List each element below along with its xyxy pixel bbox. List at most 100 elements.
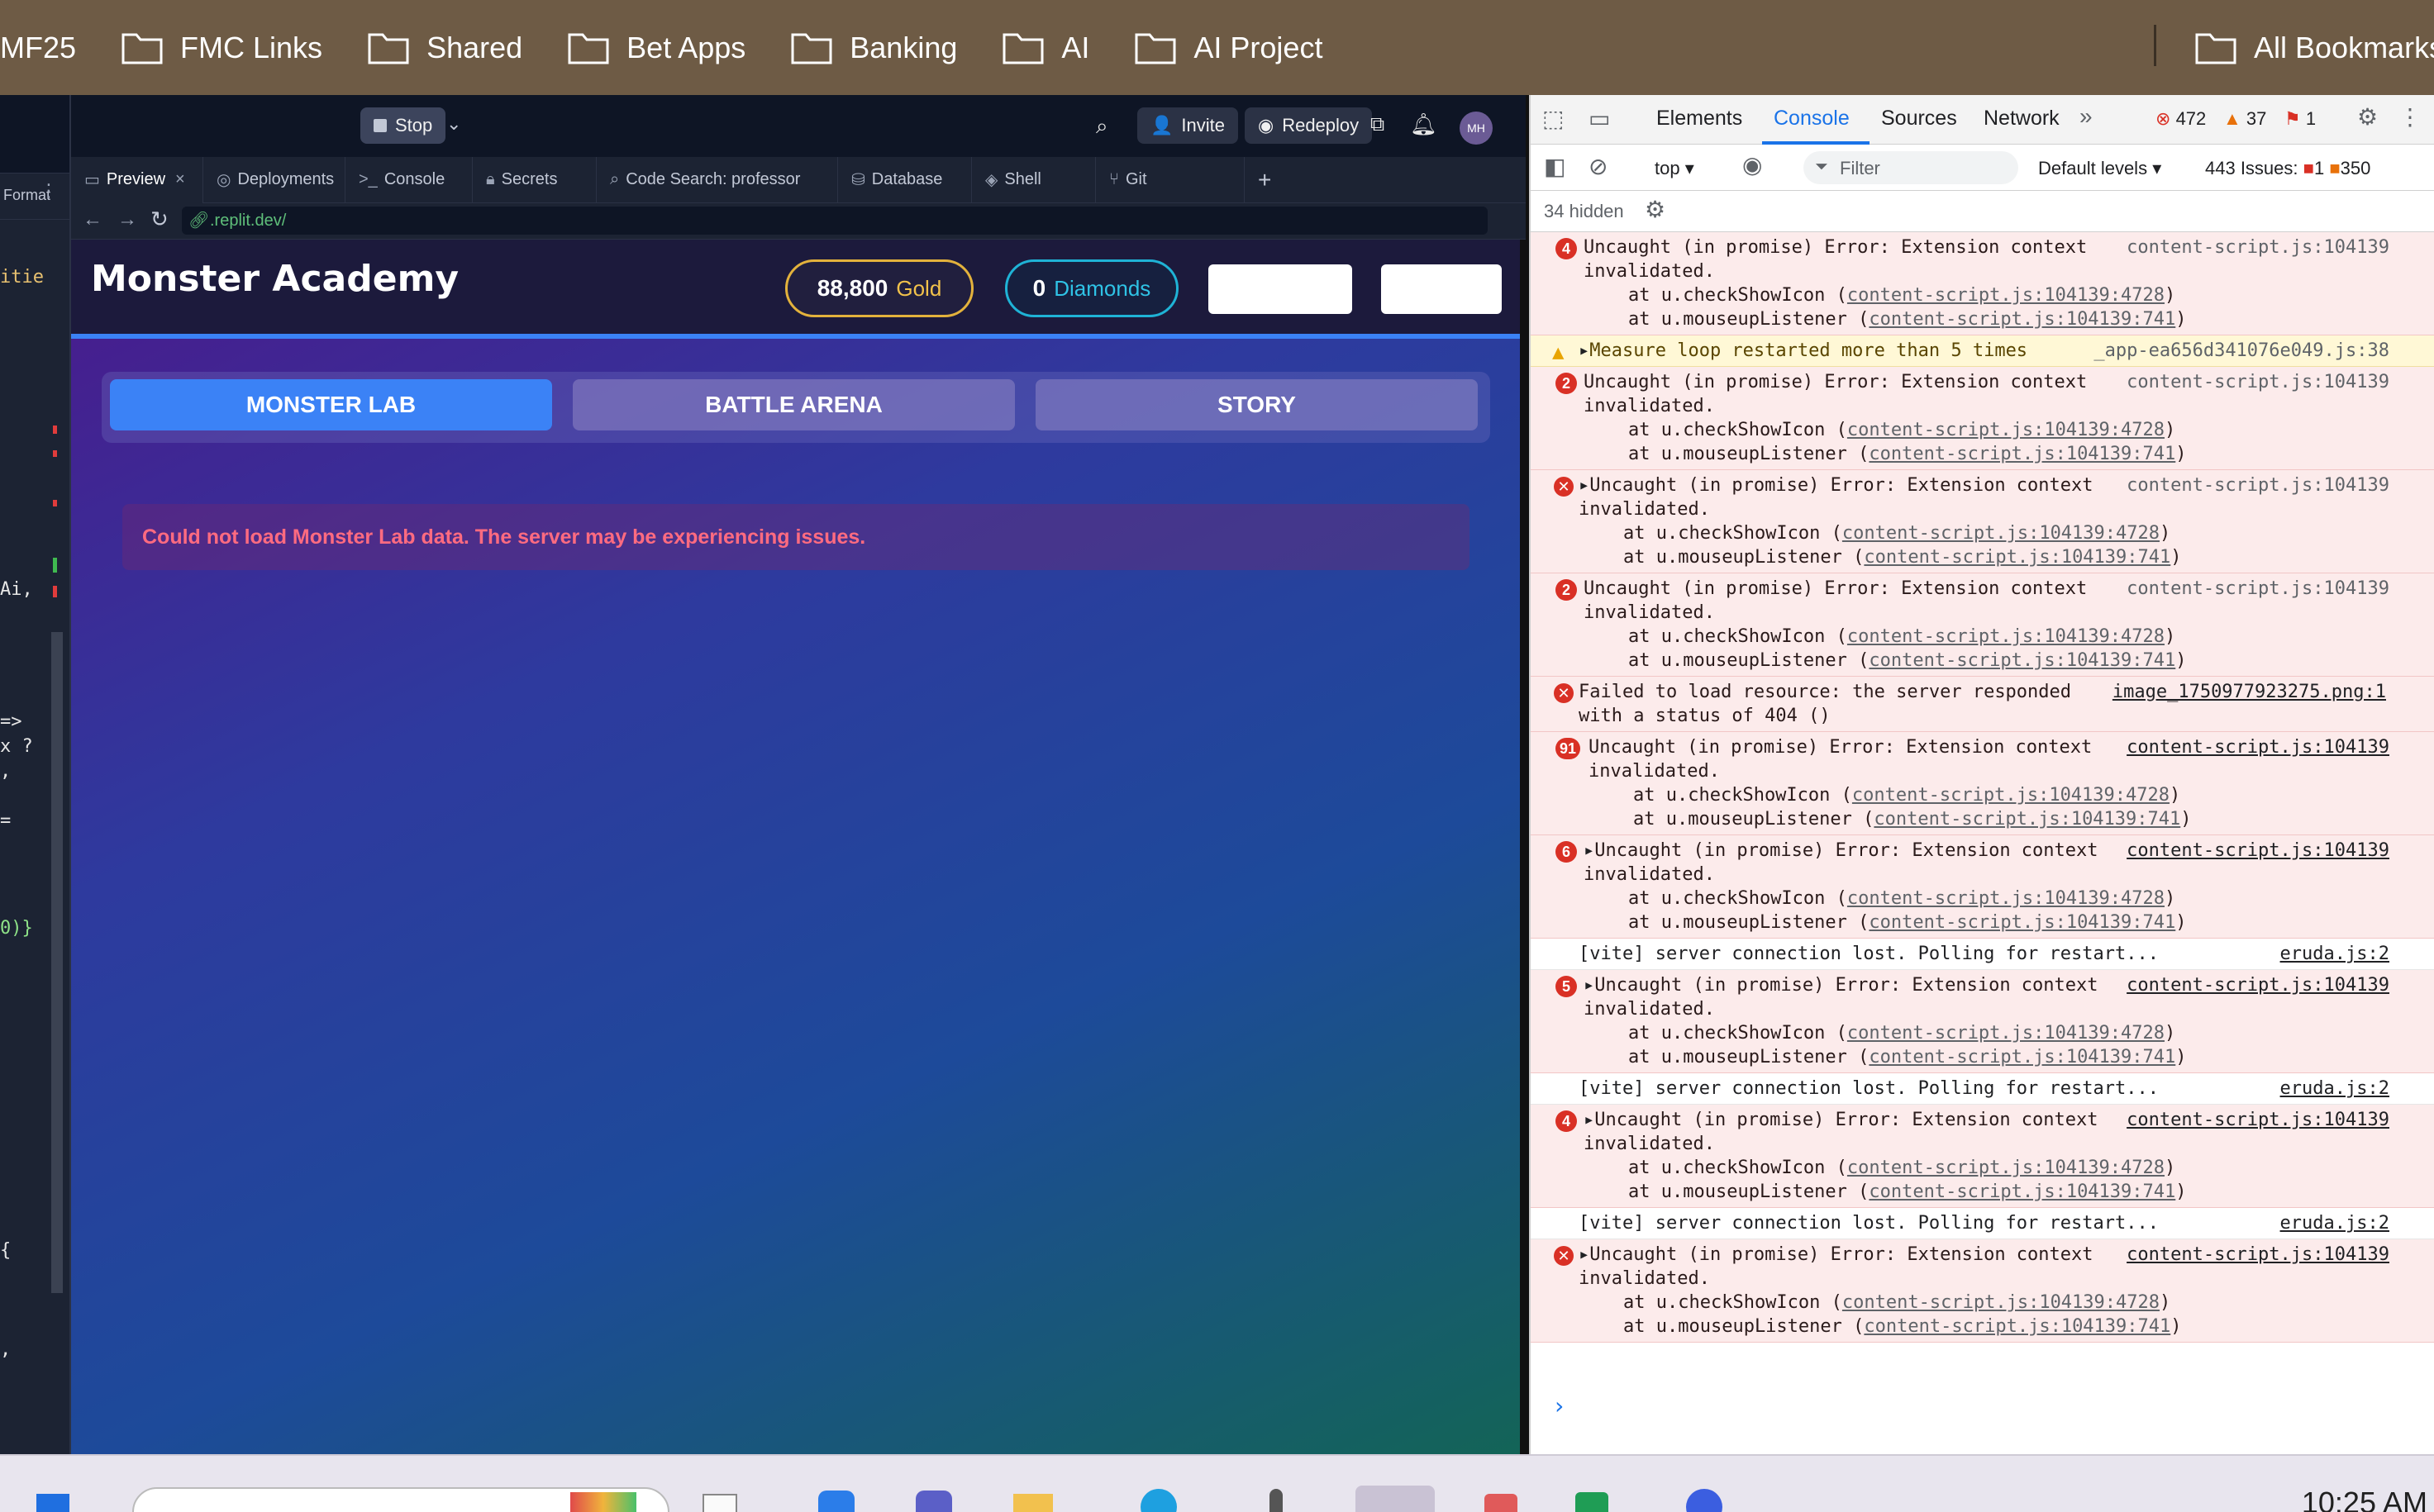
expand-triangle-icon[interactable]: ▸ bbox=[1584, 840, 1594, 861]
app-icon[interactable] bbox=[1484, 1494, 1517, 1512]
stack-frame-link[interactable]: content-script.js:104139:4728 bbox=[1847, 420, 2165, 440]
copy-icon[interactable]: ⧉ bbox=[1370, 113, 1384, 136]
stack-frame-link[interactable]: content-script.js:104139:4728 bbox=[1847, 626, 2165, 647]
stack-frame-link[interactable]: content-script.js:104139:741 bbox=[1864, 1316, 2170, 1337]
app-icon[interactable] bbox=[1686, 1489, 1722, 1512]
search-icon[interactable]: ⌕ bbox=[1096, 113, 1108, 140]
source-link[interactable]: image_1750977923275.png:1 bbox=[2112, 680, 2386, 704]
bell-icon[interactable]: 🔔︎ bbox=[1410, 112, 1437, 137]
device-toolbar-icon[interactable]: ▭ bbox=[1589, 105, 1610, 132]
console-settings-icon[interactable]: ⚙ bbox=[1645, 196, 1665, 223]
stack-frame-link[interactable]: content-script.js:104139:741 bbox=[1869, 1047, 2175, 1067]
close-icon[interactable]: × bbox=[175, 170, 185, 189]
file-explorer-icon[interactable] bbox=[1013, 1494, 1053, 1512]
warning-counter[interactable]: ▲ 37 bbox=[2223, 108, 2266, 130]
issues-button[interactable]: 443 Issues: ■1 ■350 bbox=[2205, 158, 2370, 179]
teams-icon[interactable] bbox=[916, 1491, 952, 1512]
stack-frame-link[interactable]: content-script.js:104139:741 bbox=[1864, 547, 2170, 568]
edge-icon[interactable] bbox=[1141, 1489, 1177, 1512]
stack-frame-link[interactable]: content-script.js:104139:741 bbox=[1869, 444, 2175, 464]
expand-triangle-icon[interactable]: ▸ bbox=[1584, 1110, 1594, 1130]
stack-frame-link[interactable]: content-script.js:104139:4728 bbox=[1847, 1158, 2165, 1178]
tab-story[interactable]: STORY bbox=[1036, 379, 1478, 430]
source-link[interactable]: _app-ea656d341076e049.js:38 bbox=[2093, 339, 2389, 363]
redeploy-button[interactable]: ◉ Redeploy bbox=[1245, 107, 1373, 144]
stack-frame-link[interactable]: content-script.js:104139:4728 bbox=[1847, 888, 2165, 909]
console-message[interactable]: [vite] server connection lost. Polling f… bbox=[1531, 1208, 2434, 1239]
chevron-down-icon[interactable]: ⌄ bbox=[446, 113, 461, 135]
editor-scrollbar[interactable] bbox=[51, 632, 63, 1293]
windows-start-icon[interactable] bbox=[36, 1494, 69, 1512]
inspect-element-icon[interactable]: ⬚ bbox=[1542, 105, 1564, 132]
tab-database[interactable]: ⛁ Database bbox=[838, 156, 972, 203]
issues-counter[interactable]: ⚑ 1 bbox=[2284, 108, 2316, 130]
excel-icon[interactable] bbox=[1575, 1492, 1608, 1512]
console-message[interactable]: ✕ Failed to load resource: the server res… bbox=[1531, 677, 2434, 732]
console-message[interactable]: 2 Uncaught (in promise) Error: Extension … bbox=[1531, 573, 2434, 677]
source-link[interactable]: content-script.js:104139 bbox=[2127, 1243, 2389, 1267]
console-message[interactable]: 2 Uncaught (in promise) Error: Extension … bbox=[1531, 367, 2434, 470]
source-link[interactable]: content-script.js:104139 bbox=[2127, 235, 2389, 259]
copilot-icon[interactable] bbox=[818, 1491, 855, 1512]
bookmark-folder-bet-apps[interactable]: Bet Apps bbox=[567, 30, 745, 66]
console-message[interactable]: [vite] server connection lost. Polling f… bbox=[1531, 939, 2434, 970]
stack-frame-link[interactable]: content-script.js:104139:741 bbox=[1869, 650, 2175, 671]
source-link[interactable]: content-script.js:104139 bbox=[2127, 973, 2389, 997]
expand-triangle-icon[interactable]: ▸ bbox=[1579, 1244, 1589, 1265]
sidebar-toggle-icon[interactable]: ◧ bbox=[1544, 153, 1565, 180]
context-select[interactable]: top ▾ bbox=[1655, 158, 1694, 179]
clear-console-icon[interactable]: ⊘ bbox=[1589, 153, 1608, 180]
source-link[interactable]: eruda.js:2 bbox=[2280, 942, 2389, 966]
more-options-icon[interactable]: ⋮ bbox=[40, 180, 58, 202]
stack-frame-link[interactable]: content-script.js:104139:4728 bbox=[1842, 1292, 2160, 1313]
console-message[interactable]: 4 ▸Uncaught (in promise) Error: Extension… bbox=[1531, 1105, 2434, 1208]
task-view-icon[interactable] bbox=[703, 1494, 737, 1512]
stack-frame-link[interactable]: content-script.js:104139:741 bbox=[1869, 912, 2175, 933]
stack-frame-link[interactable]: content-script.js:104139:741 bbox=[1869, 1182, 2175, 1202]
source-link[interactable]: content-script.js:104139 bbox=[2127, 839, 2389, 863]
console-message[interactable]: 6 ▸Uncaught (in promise) Error: Extension… bbox=[1531, 835, 2434, 939]
avatar[interactable]: MH bbox=[1460, 112, 1493, 145]
bookmark-partial[interactable]: MF25 bbox=[0, 31, 76, 65]
source-link[interactable]: content-script.js:104139 bbox=[2127, 473, 2389, 497]
url-input[interactable]: 🔗︎ .replit.dev/ bbox=[182, 207, 1488, 235]
invite-button[interactable]: 👤 Invite bbox=[1137, 107, 1238, 144]
tab-sources[interactable]: Sources bbox=[1881, 107, 1957, 131]
console-message[interactable]: ✕ ▸Uncaught (in promise) Error: Extension… bbox=[1531, 1239, 2434, 1343]
error-counter[interactable]: ⊗ 472 bbox=[2155, 108, 2206, 130]
expand-triangle-icon[interactable]: ▸ bbox=[1579, 340, 1589, 361]
kebab-menu-icon[interactable]: ⋮ bbox=[2398, 103, 2422, 131]
eye-icon[interactable]: ◉ bbox=[1742, 151, 1762, 178]
log-levels-select[interactable]: Default levels ▾ bbox=[2038, 158, 2161, 179]
tab-secrets[interactable]: 🔒︎ Secrets bbox=[473, 156, 597, 203]
stack-frame-link[interactable]: content-script.js:104139:741 bbox=[1874, 809, 2180, 830]
code-editor-pane[interactable]: Format ⋮ itie Ai, => x ? , = 0)} { , bbox=[0, 95, 71, 1454]
source-link[interactable]: eruda.js:2 bbox=[2280, 1077, 2389, 1101]
source-link[interactable]: content-script.js:104139 bbox=[2127, 370, 2389, 394]
bookmark-folder-banking[interactable]: Banking bbox=[790, 30, 957, 66]
stack-frame-link[interactable]: content-script.js:104139:4728 bbox=[1847, 285, 2165, 306]
filter-input[interactable]: ⏷ Filter bbox=[1803, 151, 2018, 184]
all-bookmarks-button[interactable]: All Bookmarks bbox=[2194, 0, 2434, 95]
console-message[interactable]: ▲ ▸Measure loop restarted more than 5 tim… bbox=[1531, 335, 2434, 367]
taskbar-clock[interactable]: 10:25 AM bbox=[2302, 1486, 2427, 1512]
console-message[interactable]: [vite] server connection lost. Polling f… bbox=[1531, 1073, 2434, 1105]
tab-console[interactable]: >_ Console bbox=[345, 156, 473, 203]
console-prompt[interactable]: › bbox=[1552, 1392, 1566, 1419]
tab-battle-arena[interactable]: BATTLE ARENA bbox=[573, 379, 1015, 430]
active-app-icon[interactable] bbox=[1355, 1486, 1435, 1512]
source-link[interactable]: content-script.js:104139 bbox=[2127, 1108, 2389, 1132]
tab-git[interactable]: ⑂ Git bbox=[1096, 156, 1245, 203]
console-message[interactable]: ✕ ▸Uncaught (in promise) Error: Extension… bbox=[1531, 470, 2434, 573]
tab-console[interactable]: Console bbox=[1774, 107, 1850, 131]
tab-deployments[interactable]: ◎ Deployments bbox=[203, 156, 345, 203]
expand-triangle-icon[interactable]: ▸ bbox=[1584, 975, 1594, 996]
forward-arrow-icon[interactable]: → bbox=[117, 208, 137, 231]
reload-icon[interactable]: ↻ bbox=[150, 207, 169, 232]
stack-frame-link[interactable]: content-script.js:104139:741 bbox=[1869, 309, 2175, 330]
source-link[interactable]: eruda.js:2 bbox=[2280, 1211, 2389, 1235]
console-message[interactable]: 5 ▸Uncaught (in promise) Error: Extension… bbox=[1531, 970, 2434, 1073]
stack-frame-link[interactable]: content-script.js:104139:4728 bbox=[1852, 785, 2170, 806]
stop-button[interactable]: Stop bbox=[360, 107, 446, 144]
header-button[interactable] bbox=[1381, 264, 1502, 314]
